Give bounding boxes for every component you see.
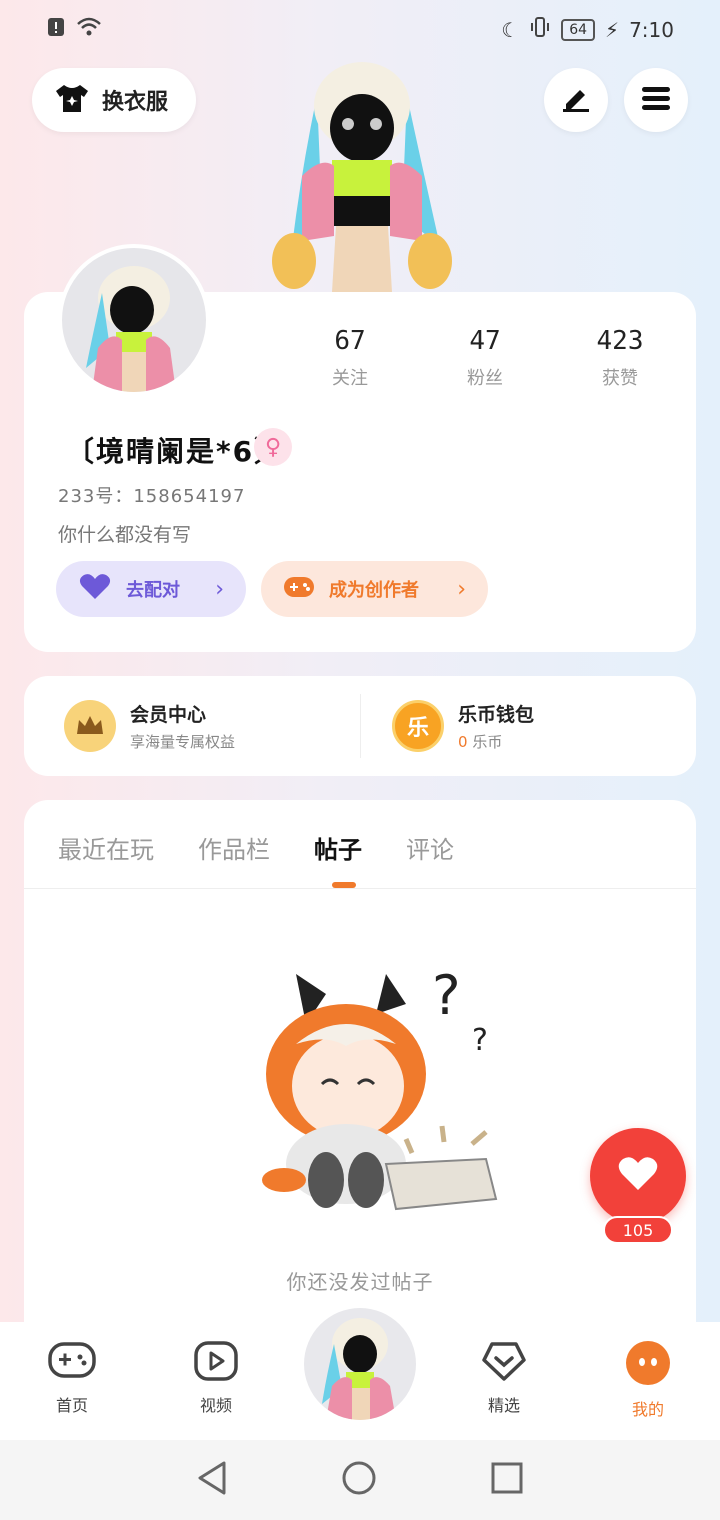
status-left xyxy=(46,16,102,42)
female-gender-icon: ♀ xyxy=(254,428,292,466)
tab-comments[interactable]: 评论 xyxy=(406,830,454,865)
stat-label: 粉丝 xyxy=(467,368,503,389)
like-count-badge: 105 xyxy=(603,1216,673,1244)
empty-state-text: 你还没发过帖子 xyxy=(286,1270,434,1294)
wallet-balance: 0 乐币 xyxy=(458,731,534,752)
status-right: ☾ 64 ⚡ 7:10 xyxy=(501,16,674,43)
chevron-right-icon: › xyxy=(215,576,224,602)
notification-icon xyxy=(46,16,66,42)
content-tabs: 最近在玩 作品栏 帖子 评论 xyxy=(58,830,454,865)
profile-stats: 67 关注 47 粉丝 423 获赞 xyxy=(290,326,680,390)
home-icon[interactable] xyxy=(341,1460,377,1500)
wallet-entry[interactable]: 乐 乐币钱包 0 乐币 xyxy=(392,700,534,752)
user-id: 233号：158654197 xyxy=(58,486,246,507)
tab-recently-played[interactable]: 最近在玩 xyxy=(58,830,154,865)
profile-face-icon xyxy=(625,1341,671,1390)
crown-icon xyxy=(64,700,116,752)
shirt-icon xyxy=(54,82,90,118)
nav-video[interactable]: 视频 xyxy=(166,1340,266,1416)
change-outfit-button[interactable]: 换衣服 xyxy=(32,68,196,132)
back-icon[interactable] xyxy=(196,1460,228,1500)
svg-text:?: ? xyxy=(472,1023,488,1058)
featured-heart-icon xyxy=(480,1342,528,1386)
moon-icon: ☾ xyxy=(501,17,520,42)
chevron-right-icon: › xyxy=(457,576,466,602)
recents-icon[interactable] xyxy=(490,1461,524,1499)
tab-divider xyxy=(24,888,696,889)
stat-following[interactable]: 67 关注 xyxy=(290,326,410,390)
divider xyxy=(360,694,361,758)
nav-home[interactable]: 首页 xyxy=(22,1340,122,1416)
vibrate-icon xyxy=(529,16,551,43)
clock: 7:10 xyxy=(629,17,674,42)
nav-mine[interactable]: 我的 xyxy=(598,1340,698,1420)
nav-avatar-button[interactable] xyxy=(304,1308,416,1420)
wallet-unit: 乐币 xyxy=(472,733,503,751)
match-label: 去配对 xyxy=(126,580,180,601)
hamburger-icon xyxy=(640,84,672,116)
stat-value: 67 xyxy=(334,326,366,356)
character-avatar-3d[interactable] xyxy=(262,56,462,292)
system-nav-bar xyxy=(0,1440,720,1520)
stat-value: 423 xyxy=(596,326,644,356)
heart-icon xyxy=(78,573,112,606)
coin-icon: 乐 xyxy=(392,700,444,752)
vip-subtitle: 享海量专属权益 xyxy=(130,733,236,751)
gamepad-icon xyxy=(283,574,315,605)
stat-label: 关注 xyxy=(332,368,368,389)
heart-icon xyxy=(617,1156,659,1196)
wallet-title: 乐币钱包 xyxy=(458,704,535,726)
vip-title: 会员中心 xyxy=(130,704,207,726)
nav-label: 精选 xyxy=(487,1396,520,1415)
svg-text:?: ? xyxy=(432,964,461,1027)
bio: 你什么都没有写 xyxy=(58,524,192,546)
user-avatar[interactable] xyxy=(58,244,210,396)
status-bar: ☾ 64 ⚡ 7:10 xyxy=(0,0,720,56)
stat-followers[interactable]: 47 粉丝 xyxy=(425,326,545,390)
play-icon xyxy=(193,1341,239,1386)
become-creator-button[interactable]: 成为创作者 › xyxy=(261,561,488,617)
battery-indicator: 64 xyxy=(561,18,596,41)
creator-label: 成为创作者 xyxy=(329,580,419,601)
tab-works[interactable]: 作品栏 xyxy=(198,830,270,865)
stat-likes[interactable]: 423 获赞 xyxy=(560,326,680,390)
nav-label: 我的 xyxy=(631,1400,664,1419)
nav-label: 首页 xyxy=(55,1396,88,1415)
match-button[interactable]: 去配对 › xyxy=(56,561,246,617)
gamepad-icon xyxy=(47,1342,97,1386)
nav-featured[interactable]: 精选 xyxy=(454,1340,554,1416)
change-outfit-label: 换衣服 xyxy=(102,90,169,115)
vip-center-entry[interactable]: 会员中心 享海量专属权益 xyxy=(64,700,235,752)
wifi-icon xyxy=(76,16,102,42)
charging-icon: ⚡ xyxy=(605,17,620,42)
tab-posts[interactable]: 帖子 xyxy=(314,830,362,865)
empty-state-illustration: ? ? xyxy=(236,954,512,1230)
like-fab[interactable] xyxy=(590,1128,686,1224)
stat-label: 获赞 xyxy=(602,368,638,389)
nav-label: 视频 xyxy=(199,1396,232,1415)
wallet-amount: 0 xyxy=(458,733,468,751)
edit-button[interactable] xyxy=(544,68,608,132)
pencil-icon xyxy=(560,84,592,116)
nickname: 〔境晴阑是*6〕 xyxy=(66,435,285,468)
menu-button[interactable] xyxy=(624,68,688,132)
stat-value: 47 xyxy=(469,326,501,356)
